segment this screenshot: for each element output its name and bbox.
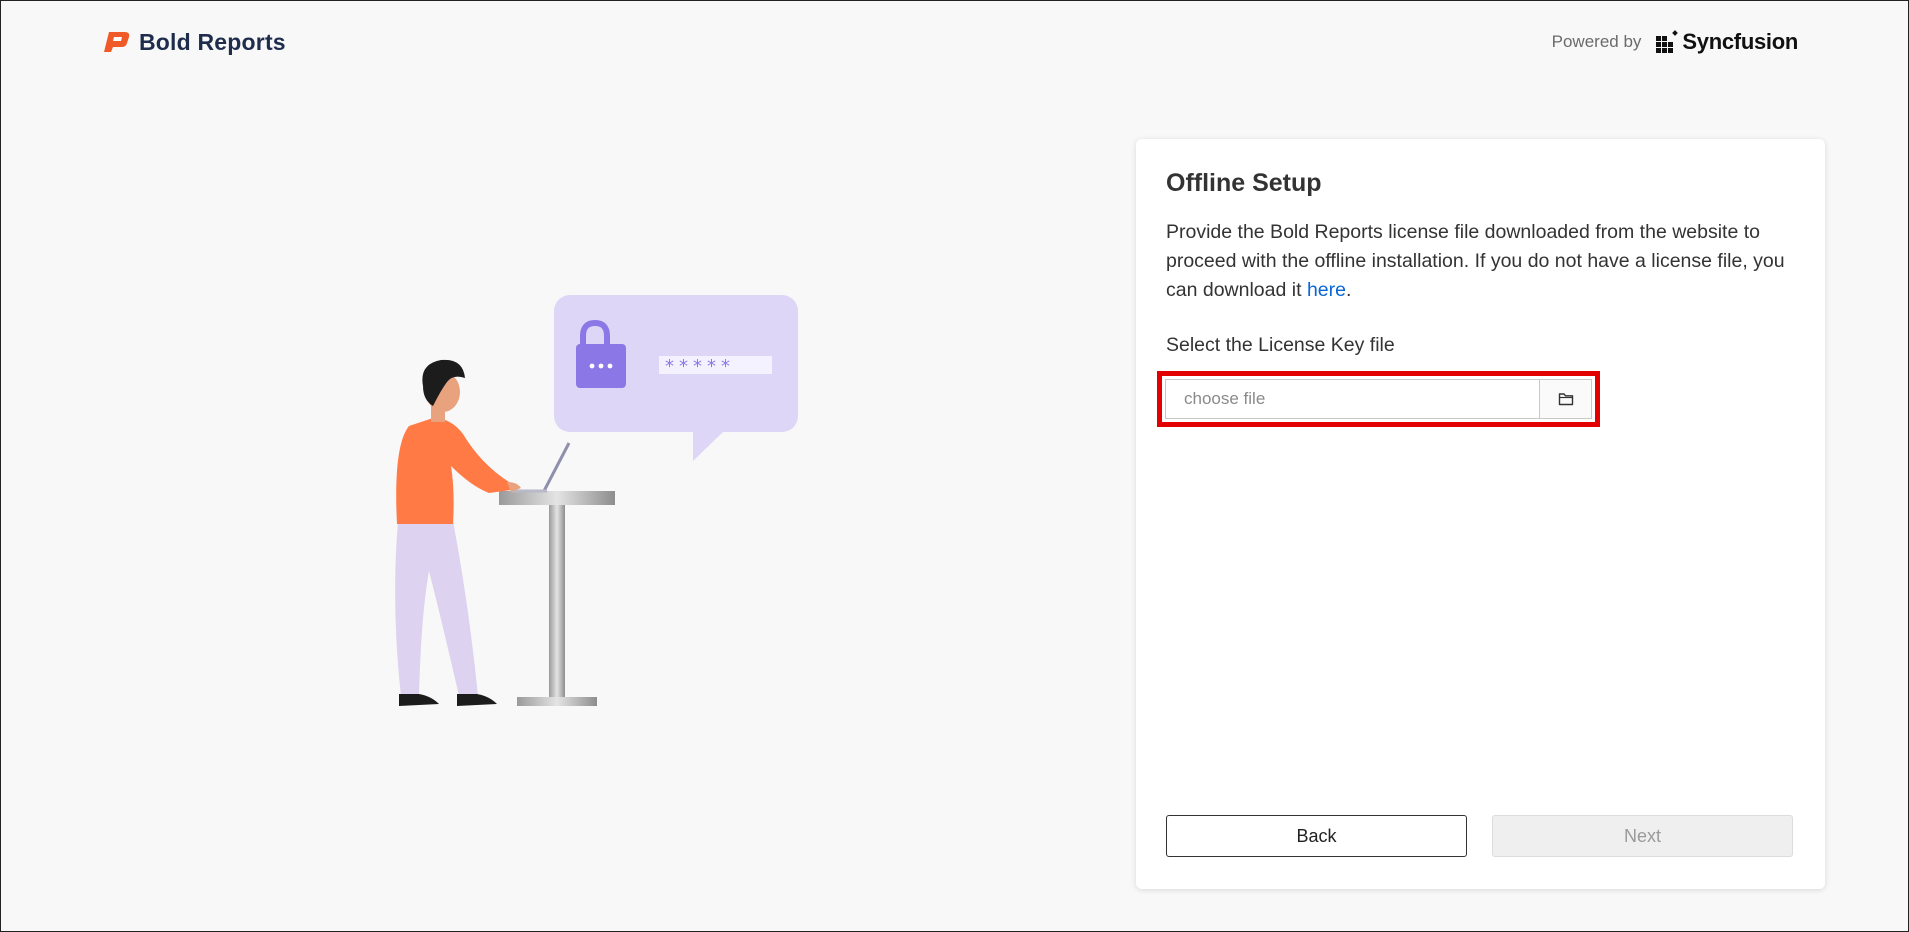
brand-name: Bold Reports <box>139 29 286 55</box>
setup-description: Provide the Bold Reports license file do… <box>1166 218 1796 305</box>
offline-setup-illustration: ***** <box>395 295 798 706</box>
brand-logo-link[interactable]: Bold Reports <box>101 29 286 56</box>
description-end: . <box>1345 279 1352 301</box>
syncfusion-mark-icon <box>1656 30 1679 53</box>
file-picker <box>1165 379 1592 419</box>
browse-file-button[interactable] <box>1539 380 1591 418</box>
folder-icon <box>1558 393 1573 406</box>
person-figure <box>395 359 521 706</box>
syncfusion-logo: Syncfusion <box>1655 29 1798 55</box>
highlighted-file-picker <box>1157 371 1600 427</box>
description-text: Provide the Bold Reports license file do… <box>1166 221 1785 301</box>
partner-name: Syncfusion <box>1682 29 1798 54</box>
password-bubble: ***** <box>554 295 798 461</box>
license-file-input[interactable] <box>1166 380 1539 418</box>
standing-desk <box>499 491 615 706</box>
download-license-link[interactable]: here <box>1307 279 1346 301</box>
license-file-label: Select the License Key file <box>1166 334 1395 356</box>
offline-setup-card: Offline Setup Provide the Bold Reports l… <box>1136 139 1825 889</box>
next-button[interactable]: Next <box>1492 815 1793 857</box>
bold-reports-logo-icon <box>104 31 130 52</box>
back-button[interactable]: Back <box>1166 815 1467 857</box>
powered-by: Powered by Syncfusion <box>1551 29 1799 55</box>
laptop-icon <box>511 442 571 493</box>
page-title: Offline Setup <box>1166 169 1322 197</box>
password-mask: ***** <box>665 356 735 377</box>
powered-by-label: Powered by <box>1551 32 1642 51</box>
